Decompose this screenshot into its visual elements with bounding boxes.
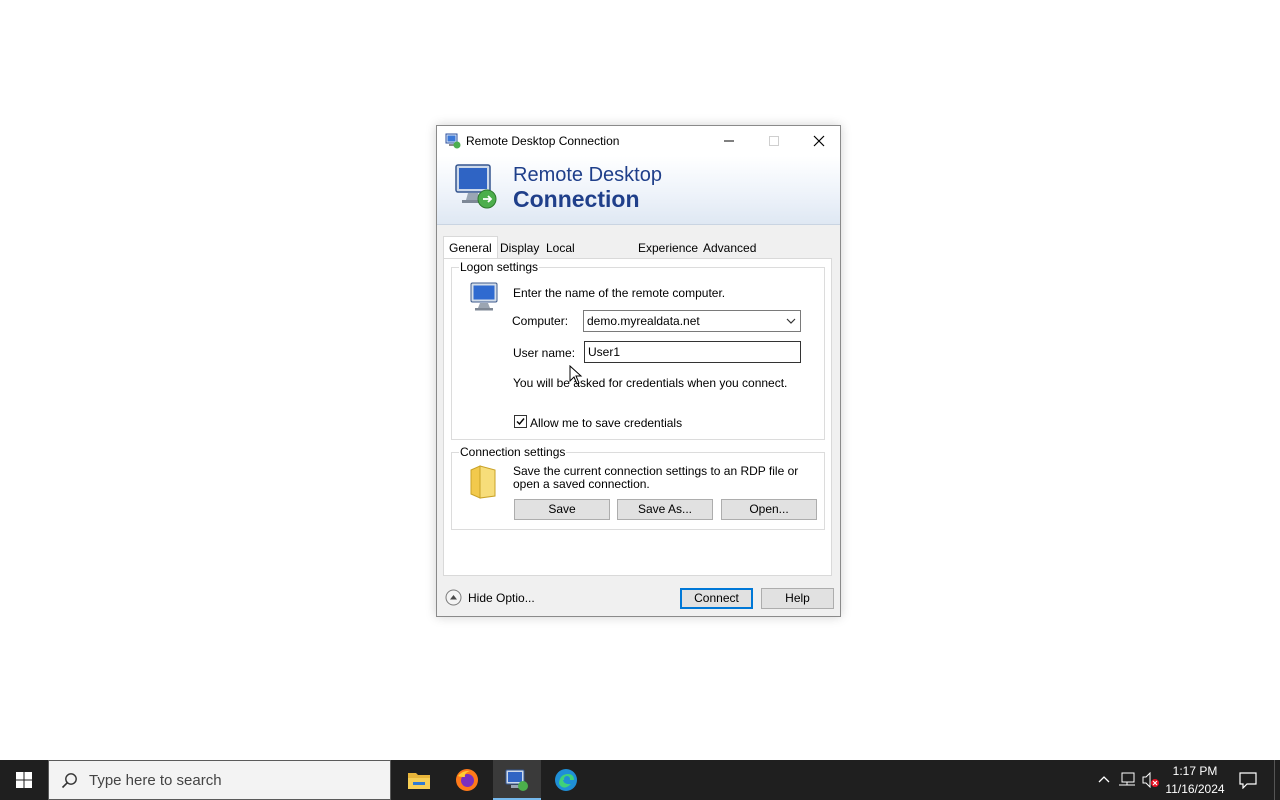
general-tab-panel: Logon settings Enter the name of the rem… xyxy=(443,258,832,576)
tab-experience[interactable]: Experience xyxy=(633,238,703,258)
window-title: Remote Desktop Connection xyxy=(466,134,620,148)
computer-label: Computer: xyxy=(512,314,569,328)
remote-desktop-window: Remote Desktop Connection Remote Desktop… xyxy=(436,125,841,617)
windows-logo-icon xyxy=(16,772,32,788)
minimize-button[interactable] xyxy=(706,126,752,156)
rdp-app-icon xyxy=(445,133,461,149)
computer-value: demo.myrealdata.net xyxy=(587,314,700,328)
search-placeholder: Type here to search xyxy=(89,772,222,789)
taskbar-firefox[interactable] xyxy=(443,760,491,800)
username-label: User name: xyxy=(513,346,576,360)
credentials-note: You will be asked for credentials when y… xyxy=(513,376,788,390)
network-icon xyxy=(1119,772,1135,786)
maximize-button xyxy=(751,126,797,156)
remote-desktop-monitor-icon xyxy=(455,164,497,209)
open-button[interactable]: Open... xyxy=(721,499,817,520)
speaker-muted-icon xyxy=(1142,772,1159,788)
connection-settings-title: Connection settings xyxy=(459,445,567,459)
save-as-button[interactable]: Save As... xyxy=(617,499,713,520)
chevron-up-circle-icon xyxy=(445,589,462,606)
minimize-icon xyxy=(724,140,734,142)
network-status[interactable] xyxy=(1116,760,1138,800)
save-button[interactable]: Save xyxy=(514,499,610,520)
taskbar-search-box[interactable]: Type here to search xyxy=(48,760,391,800)
tab-display[interactable]: Display xyxy=(495,238,544,258)
folder-icon xyxy=(470,465,496,499)
computer-combobox[interactable]: demo.myrealdata.net xyxy=(583,310,801,332)
computer-icon xyxy=(470,282,498,311)
show-hidden-icons-button[interactable] xyxy=(1094,760,1114,800)
hide-options-label[interactable]: Hide Optio... xyxy=(468,591,535,605)
tab-local-resources[interactable]: Local Resources xyxy=(541,238,608,275)
close-icon xyxy=(813,135,825,147)
logon-instruction: Enter the name of the remote computer. xyxy=(513,286,726,300)
close-button[interactable] xyxy=(796,126,842,156)
mouse-cursor-icon xyxy=(569,365,583,385)
taskbar-edge[interactable] xyxy=(542,760,590,800)
remote-desktop-icon xyxy=(505,769,528,791)
notification-icon xyxy=(1239,772,1257,789)
logon-settings-group: Logon settings Enter the name of the rem… xyxy=(451,260,825,440)
connection-settings-group: Connection settings Save the current con… xyxy=(451,445,825,530)
maximize-icon xyxy=(769,136,779,146)
action-center-button[interactable] xyxy=(1236,760,1260,800)
username-field[interactable] xyxy=(584,341,801,363)
tab-advanced[interactable]: Advanced xyxy=(698,238,761,258)
tab-general[interactable]: General xyxy=(443,236,498,259)
file-explorer-icon xyxy=(408,773,430,789)
checkmark-icon xyxy=(516,418,525,426)
title-bar[interactable]: Remote Desktop Connection xyxy=(437,126,840,156)
help-button[interactable]: Help xyxy=(761,588,834,609)
banner-title-line1: Remote Desktop xyxy=(513,164,662,186)
logon-settings-title: Logon settings xyxy=(459,260,540,274)
taskbar-remote-desktop[interactable] xyxy=(493,760,541,800)
save-credentials-label[interactable]: Allow me to save credentials xyxy=(530,416,682,430)
volume-status[interactable] xyxy=(1140,760,1162,800)
chevron-down-icon[interactable] xyxy=(786,317,796,325)
search-icon xyxy=(61,773,77,789)
start-button[interactable] xyxy=(0,760,48,800)
show-desktop-button[interactable] xyxy=(1274,760,1280,800)
connect-button[interactable]: Connect xyxy=(680,588,753,609)
edge-icon xyxy=(555,769,577,791)
taskbar-file-explorer[interactable] xyxy=(395,760,443,800)
header-banner: Remote Desktop Connection xyxy=(437,156,840,225)
clock-date[interactable]: 11/16/2024 xyxy=(1162,782,1228,796)
chevron-up-icon xyxy=(1098,776,1110,783)
clock-time[interactable]: 1:17 PM xyxy=(1166,764,1224,778)
connection-description: Save the current connection settings to … xyxy=(513,464,799,491)
banner-title-line2: Connection xyxy=(513,186,640,212)
save-credentials-checkbox[interactable] xyxy=(514,415,527,428)
firefox-icon xyxy=(456,769,478,791)
taskbar: Type here to search 1:17 PM 11/16/2024 xyxy=(0,760,1280,800)
